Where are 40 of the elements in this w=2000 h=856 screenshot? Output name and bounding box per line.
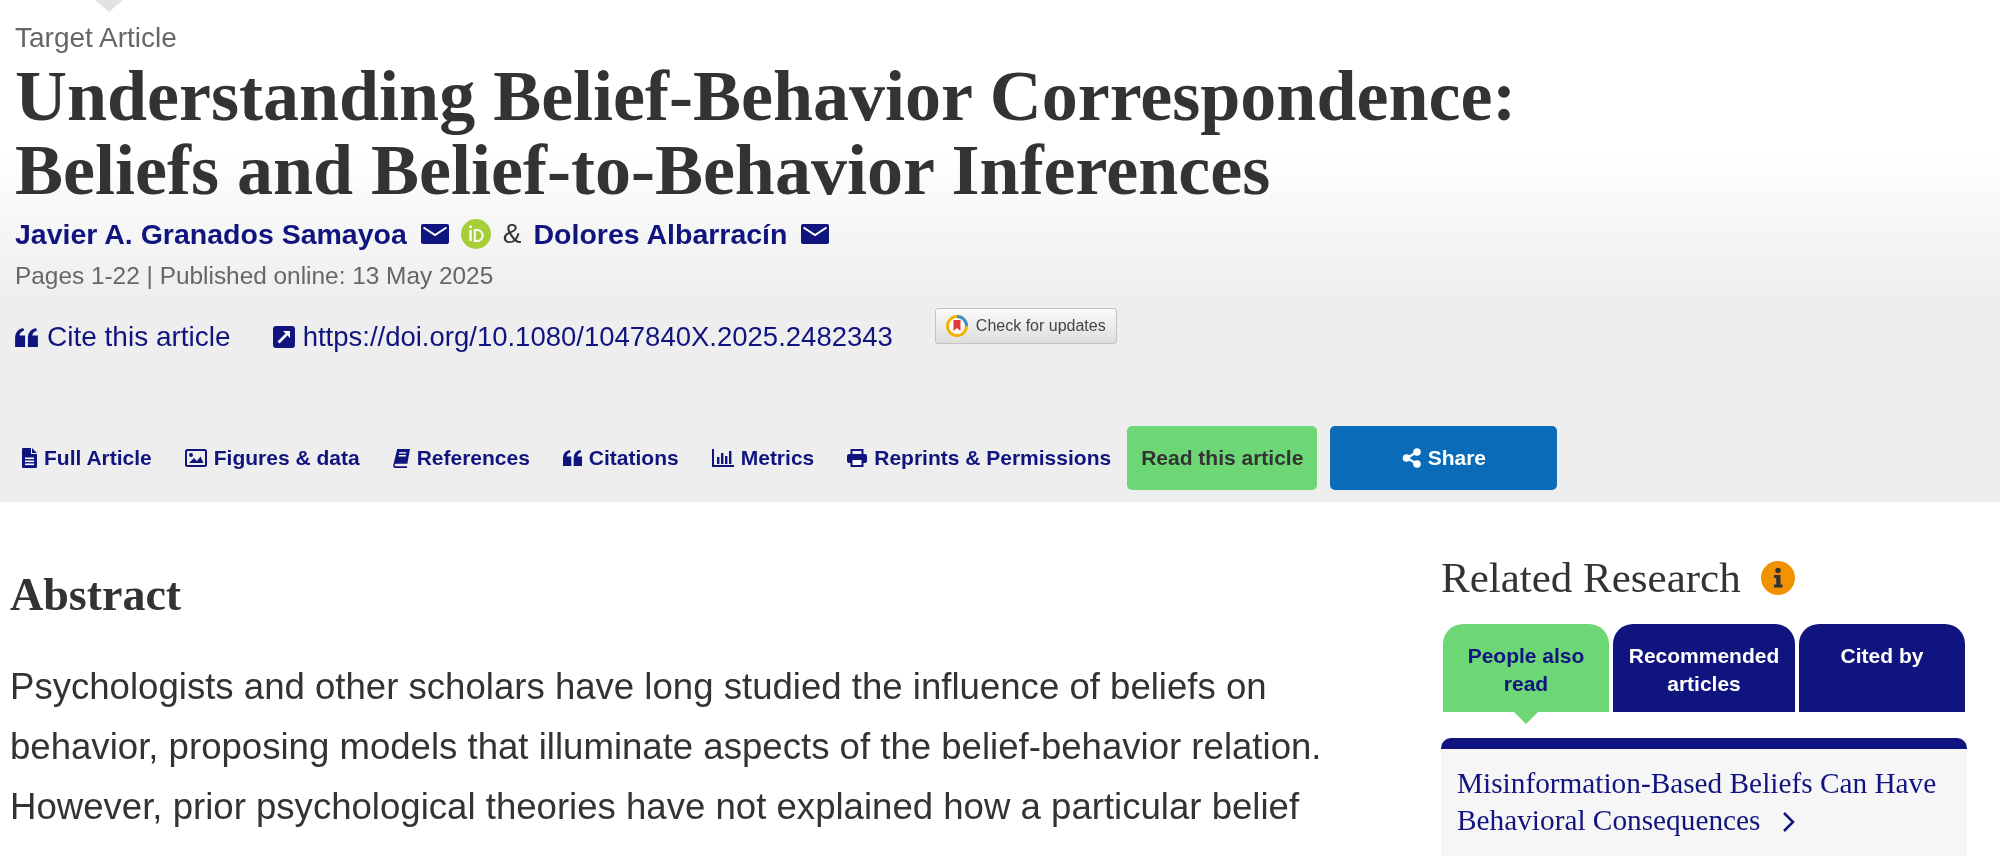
image-icon <box>184 449 207 467</box>
share-button[interactable]: Share <box>1330 426 1558 490</box>
abstract-heading: Abstract <box>10 568 183 622</box>
check-for-updates-button[interactable]: Check for updates <box>934 308 1117 344</box>
publication-info: Pages 1-22 | Published online: 13 May 2025 <box>15 262 494 290</box>
toolbar-link[interactable]: Metrics <box>711 446 815 470</box>
bar-chart-icon <box>711 449 734 467</box>
author-link[interactable]: Javier A. Granados Samayoa <box>15 217 407 251</box>
doi-link[interactable]: https://doi.org/10.1080/1047840X.2025.2482343 <box>272 317 893 357</box>
author-separator: & <box>502 217 522 251</box>
cite-link[interactable]: Cite this article <box>15 317 231 357</box>
chevron-right-icon <box>1782 811 1797 833</box>
envelope-icon[interactable] <box>420 224 449 244</box>
printer-icon <box>847 449 868 467</box>
document-icon <box>22 448 37 468</box>
related-tab[interactable]: Recommended articles <box>1613 624 1795 712</box>
article-type-label: Target Article <box>15 23 177 53</box>
toolbar-link[interactable]: Reprints & Permissions <box>847 446 1112 470</box>
envelope-icon[interactable] <box>801 224 830 244</box>
article-title: Understanding Belief-Behavior Correspondence: Beliefs and Belief-to-Behavior Inferences <box>15 59 1518 207</box>
bookmark-badge-icon <box>945 315 968 337</box>
author-link[interactable]: Dolores Albarracín <box>533 217 788 251</box>
share-icon <box>1401 448 1422 468</box>
toolbar-link[interactable]: Full Article <box>22 446 152 470</box>
related-article-link[interactable]: Misinformation-Based Beliefs Can Have Behavioral Consequences <box>1457 765 1951 839</box>
read-article-button[interactable]: Read this article <box>1127 426 1318 490</box>
toolbar-link[interactable]: Citations <box>562 446 679 470</box>
book-icon <box>392 448 410 468</box>
toolbar-link[interactable]: Figures & data <box>184 446 360 470</box>
pointer-triangle <box>95 0 123 12</box>
related-research-heading: Related Research <box>1441 553 1741 603</box>
toolbar-link[interactable]: References <box>392 446 530 470</box>
abstract-text: Psychologists and other scholars have long studied the influence of beliefs on behavior, proposing models that illuminate aspects of the belief-behavior relation. However, prior psychological theories have not explained how a particular belief <box>10 665 1323 829</box>
quote-icon <box>562 450 582 466</box>
selected-tab-pointer <box>1514 712 1538 724</box>
info-icon[interactable] <box>1760 561 1795 595</box>
related-tab[interactable]: People also read <box>1443 624 1609 712</box>
external-link-icon <box>272 326 295 348</box>
quote-icon <box>15 327 38 347</box>
related-tab[interactable]: Cited by <box>1799 624 1965 712</box>
